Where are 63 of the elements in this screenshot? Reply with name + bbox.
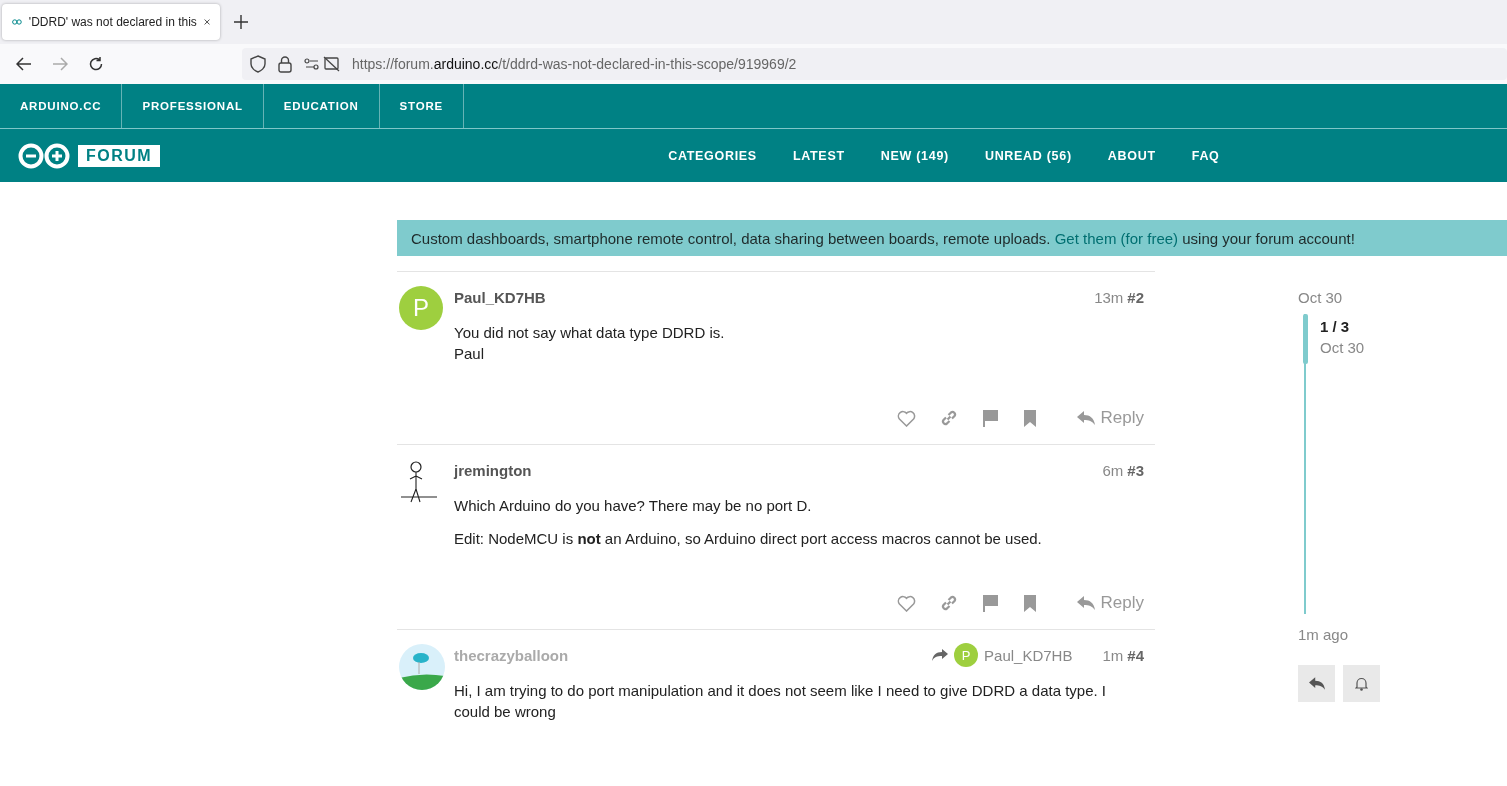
timeline-handle[interactable] xyxy=(1303,314,1308,364)
new-tab-icon[interactable] xyxy=(234,15,248,29)
reply-to-username[interactable]: Paul_KD7HB xyxy=(984,646,1073,664)
post-text: Edit: NodeMCU is not an Arduino, so Arduino direct port access macros cannot be used. xyxy=(454,529,1043,549)
banner-text: Custom dashboards, smartphone remote control, data sharing between boards, remote uploads. Get them (for free) using your forum account! xyxy=(411,229,1355,247)
forum-nav-link[interactable]: UNREAD (56) xyxy=(984,148,1072,163)
top-nav-link[interactable]: ARDUINO.CC xyxy=(0,84,123,128)
address-bar[interactable]: https://forum.arduino.cc/t/ddrd-was-not-declared-in-this-scope/919969/2 xyxy=(242,48,1507,80)
forum-nav-link[interactable]: ABOUT xyxy=(1107,148,1156,163)
top-nav-link[interactable]: PROFESSIONAL xyxy=(122,84,264,128)
timeline-position: 1 / 3 xyxy=(1320,318,1351,335)
stick-figure-avatar-icon[interactable] xyxy=(399,459,439,503)
flag-icon[interactable] xyxy=(981,409,999,427)
permissions-icon xyxy=(304,56,340,72)
infinity-logo-icon xyxy=(12,17,22,27)
post-age[interactable]: 1m xyxy=(1102,646,1124,664)
forum-nav-link[interactable]: NEW (149) xyxy=(880,148,949,163)
reply-button[interactable]: Reply xyxy=(1076,408,1144,428)
timeline-position-date: Oct 30 xyxy=(1320,339,1365,356)
username[interactable]: jremington xyxy=(454,461,532,479)
back-icon[interactable] xyxy=(16,57,32,71)
link-icon[interactable] xyxy=(939,409,958,427)
reply-arrow-icon xyxy=(1076,596,1095,610)
reply-button[interactable] xyxy=(1298,665,1335,702)
top-nav-link[interactable]: STORE xyxy=(379,84,464,128)
reload-icon[interactable] xyxy=(88,56,104,72)
link-icon[interactable] xyxy=(939,594,958,612)
shield-icon xyxy=(250,55,266,73)
timeline-end-date[interactable]: 1m ago xyxy=(1298,626,1380,643)
bell-icon xyxy=(1355,676,1368,691)
lock-icon xyxy=(278,55,292,73)
share-arrow-icon xyxy=(932,649,949,661)
bookmark-icon[interactable] xyxy=(1022,594,1037,612)
post-number[interactable]: #2 xyxy=(1127,288,1144,306)
forward-icon[interactable] xyxy=(52,57,68,71)
balloon-picture-avatar[interactable] xyxy=(399,644,445,690)
like-heart-icon[interactable] xyxy=(896,409,916,427)
post-text: Which Arduino do you have? There may be no port D. xyxy=(454,496,813,516)
forum-nav-link[interactable]: LATEST xyxy=(792,148,845,163)
post-age[interactable]: 13m xyxy=(1094,288,1124,306)
post-text: Hi, I am trying to do port manipulation and it does not seem like I need to give DDRD a data type. I could be wrong xyxy=(454,681,1107,722)
bookmark-icon[interactable] xyxy=(1022,409,1037,427)
top-nav-link[interactable]: EDUCATION xyxy=(263,84,380,128)
post-number[interactable]: #3 xyxy=(1127,461,1144,479)
forum-nav-link[interactable]: CATEGORIES xyxy=(668,148,757,163)
username[interactable]: Paul_KD7HB xyxy=(454,288,546,306)
reply-button[interactable]: Reply xyxy=(1076,593,1144,613)
banner-link[interactable]: Get them (for free) xyxy=(1054,229,1179,247)
forum-nav-link[interactable]: FAQ xyxy=(1191,148,1220,163)
reply-arrow-icon xyxy=(1076,411,1095,425)
forum-logo-label[interactable]: FORUM xyxy=(78,144,161,167)
close-icon[interactable] xyxy=(203,17,210,27)
like-heart-icon[interactable] xyxy=(896,594,916,612)
timeline-start-date[interactable]: Oct 30 xyxy=(1298,289,1380,306)
notification-bell-button[interactable] xyxy=(1343,665,1380,702)
reply-arrow-icon xyxy=(1308,677,1325,690)
flag-icon[interactable] xyxy=(981,594,999,612)
post-age[interactable]: 6m xyxy=(1102,461,1124,479)
arduino-logo-icon[interactable] xyxy=(18,142,70,169)
browser-tab[interactable]: 'DDRD' was not declared in this xyxy=(2,4,220,40)
post-text: You did not say what data type DDRD is. Paul xyxy=(454,323,726,364)
url-text: https://forum.arduino.cc/t/ddrd-was-not-declared-in-this-scope/919969/2 xyxy=(352,56,797,72)
post-number[interactable]: #4 xyxy=(1127,646,1144,664)
